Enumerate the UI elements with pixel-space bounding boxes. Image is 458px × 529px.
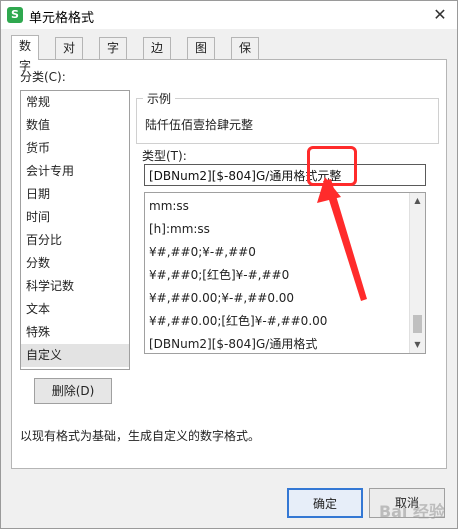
format-item[interactable]: [h]:mm:ss: [149, 218, 210, 241]
category-list[interactable]: 常规 数值 货币 会计专用 日期 时间 百分比 分数 科学记数 文本 特殊 自定…: [20, 90, 130, 370]
watermark: Bai 经验: [378, 502, 445, 521]
tab-pattern[interactable]: 图案: [187, 37, 216, 75]
category-item-accounting[interactable]: 会计专用: [21, 160, 129, 183]
format-item[interactable]: ¥#,##0;[红色]¥-#,##0: [149, 264, 289, 287]
format-cells-dialog: S 单元格格式 ✕ 数字 对齐 字体 边框 图案 保护 分类(C): 常规 数值…: [0, 0, 458, 529]
format-item[interactable]: ¥#,##0.00;[红色]¥-#,##0.00: [149, 310, 327, 333]
format-item[interactable]: ¥#,##0.00;¥-#,##0.00: [149, 287, 294, 310]
category-item-time[interactable]: 时间: [21, 206, 129, 229]
category-item-date[interactable]: 日期: [21, 183, 129, 206]
category-item-scientific[interactable]: 科学记数: [21, 275, 129, 298]
annotation-arrow-icon: [317, 177, 367, 301]
category-item-number[interactable]: 数值: [21, 114, 129, 137]
format-item[interactable]: mm:ss: [149, 195, 189, 218]
category-item-custom[interactable]: 自定义: [21, 344, 129, 367]
scroll-down-icon[interactable]: ▼: [410, 337, 425, 353]
tab-border[interactable]: 边框: [143, 37, 172, 75]
app-icon: S: [7, 7, 23, 23]
format-description: 以现有格式为基础，生成自定义的数字格式。: [20, 429, 261, 443]
type-input[interactable]: [144, 164, 426, 186]
format-list[interactable]: mm:ss [h]:mm:ss ¥#,##0;¥-#,##0 ¥#,##0;[红…: [144, 192, 426, 354]
close-button[interactable]: ✕: [427, 3, 453, 27]
category-item-percentage[interactable]: 百分比: [21, 229, 129, 252]
category-item-general[interactable]: 常规: [21, 91, 129, 114]
dialog-title: 单元格格式: [29, 11, 95, 26]
format-item[interactable]: ¥#,##0;¥-#,##0: [149, 241, 256, 264]
tab-number[interactable]: 数字: [11, 35, 40, 73]
format-list-scrollbar[interactable]: ▲ ▼: [409, 193, 425, 353]
number-tab-panel: 分类(C): 常规 数值 货币 会计专用 日期 时间 百分比 分数 科学记数 文…: [11, 59, 447, 469]
category-item-special[interactable]: 特殊: [21, 321, 129, 344]
type-label: 类型(T):: [142, 149, 187, 163]
ok-button[interactable]: 确定: [287, 488, 363, 518]
tab-alignment[interactable]: 对齐: [55, 37, 84, 75]
scroll-thumb[interactable]: [413, 315, 422, 333]
format-item[interactable]: [DBNum2][$-804]G/通用格式: [149, 333, 317, 353]
sample-value: 陆仟伍佰壹拾肆元整: [145, 118, 254, 132]
sample-label: 示例: [143, 90, 176, 107]
sample-group: 示例 陆仟伍佰壹拾肆元整: [136, 90, 439, 144]
delete-button[interactable]: 删除(D): [34, 378, 112, 404]
tab-font[interactable]: 字体: [99, 37, 128, 75]
category-item-fraction[interactable]: 分数: [21, 252, 129, 275]
category-item-text[interactable]: 文本: [21, 298, 129, 321]
category-item-currency[interactable]: 货币: [21, 137, 129, 160]
title-bar: S 单元格格式 ✕: [1, 1, 457, 29]
scroll-up-icon[interactable]: ▲: [410, 193, 425, 209]
tab-protection[interactable]: 保护: [231, 37, 260, 75]
